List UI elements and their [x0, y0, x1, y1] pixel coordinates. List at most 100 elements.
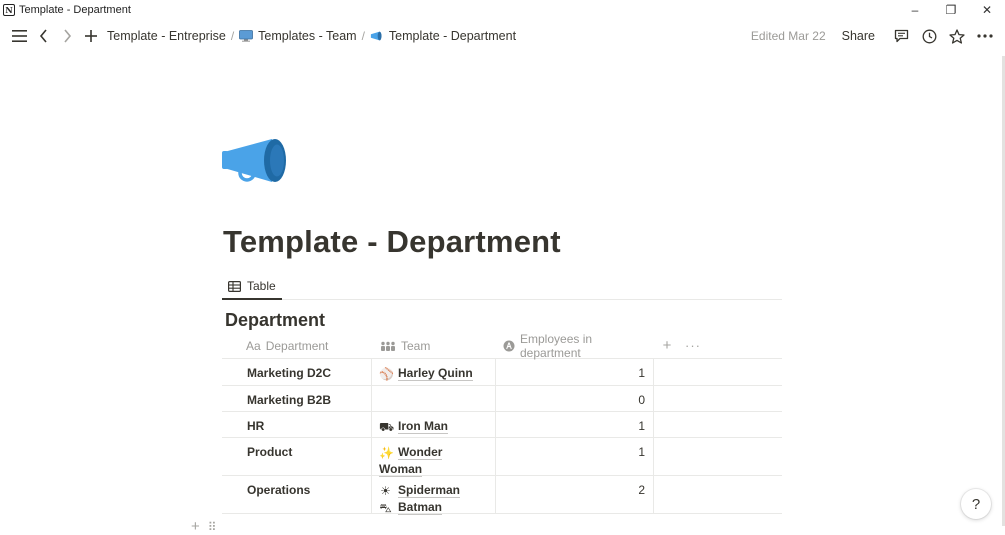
team-relation-item[interactable]: ☀ Spiderman: [379, 482, 488, 499]
column-header-department[interactable]: Aa Department: [222, 333, 372, 359]
monitor-icon: [239, 30, 254, 42]
empty-cell[interactable]: [654, 359, 782, 385]
database-table: Aa Department Team Employees in departme…: [222, 331, 782, 516]
notion-app-icon: N: [3, 4, 15, 16]
team-cell[interactable]: [372, 386, 496, 411]
breadcrumb-item-team[interactable]: Templates - Team: [236, 27, 359, 45]
team-cell[interactable]: ⚾ Harley Quinn: [372, 359, 496, 385]
title-property-icon: Aa: [246, 338, 261, 353]
sparkles-icon: ✨: [379, 446, 394, 460]
breadcrumb-label: Template - Department: [388, 29, 517, 43]
forward-button[interactable]: [56, 24, 78, 48]
updates-button[interactable]: [915, 24, 943, 48]
sidebar-toggle-button[interactable]: [8, 24, 30, 48]
car-icon: ⛍: [379, 501, 392, 515]
edited-timestamp: Edited Mar 22: [750, 29, 826, 43]
star-icon: [949, 28, 965, 44]
tab-table[interactable]: Table: [222, 274, 282, 300]
truck-icon: ⛟: [379, 420, 395, 434]
spider-icon: ☀: [380, 484, 391, 498]
breadcrumb-label: Template - Entreprise: [107, 29, 226, 43]
team-relation-item[interactable]: ⛟ Iron Man: [379, 418, 488, 435]
breadcrumb-item-department[interactable]: Template - Department: [367, 27, 519, 45]
ellipsis-icon: [977, 34, 993, 38]
table-row[interactable]: HR ⛟ Iron Man 1: [222, 412, 782, 438]
add-block-button[interactable]: +: [191, 518, 200, 535]
back-button[interactable]: [32, 24, 54, 48]
department-cell[interactable]: Marketing B2B: [222, 386, 372, 411]
column-label: Department: [265, 338, 329, 353]
page-title[interactable]: Template - Department: [223, 224, 561, 260]
window-controls: – ❐ ✕: [897, 0, 1005, 20]
window-title: Template - Department: [19, 4, 131, 16]
page-icon[interactable]: [222, 136, 290, 186]
breadcrumb: Template - Entreprise / Templates - Team…: [104, 27, 519, 45]
employees-cell: 1: [496, 412, 654, 437]
table-header: Aa Department Team Employees in departme…: [222, 331, 782, 360]
column-header-employees[interactable]: Employees in department: [496, 331, 654, 360]
table-row[interactable]: Marketing D2C ⚾ Harley Quinn 1: [222, 359, 782, 386]
department-cell[interactable]: Product: [222, 438, 372, 475]
window-titlebar: N Template - Department – ❐ ✕: [0, 0, 1005, 20]
column-options-button[interactable]: ···: [680, 333, 706, 359]
table-row[interactable]: Operations ☀ Spiderman ⛍ Batman 2: [222, 476, 782, 516]
team-cell[interactable]: ⛟ Iron Man: [372, 412, 496, 437]
column-label: Team: [401, 338, 431, 353]
employees-cell: 1: [496, 438, 654, 475]
table-icon: [228, 280, 241, 292]
megaphone-icon: [370, 31, 382, 41]
table-row[interactable]: Product ✨ Wonder Woman 1: [222, 438, 782, 477]
team-name: Iron Man: [398, 419, 448, 434]
empty-cell[interactable]: [654, 412, 782, 437]
database-title[interactable]: Department: [225, 310, 325, 331]
close-button[interactable]: ✕: [969, 0, 1005, 20]
team-name: Batman: [398, 500, 443, 515]
clock-icon: [922, 29, 936, 43]
column-header-team[interactable]: Team: [372, 333, 496, 359]
table-row[interactable]: Marketing B2B 0: [222, 386, 782, 412]
breadcrumb-separator: /: [361, 29, 365, 43]
minimize-button[interactable]: –: [897, 0, 933, 20]
employees-cell: 0: [496, 386, 654, 411]
team-cell[interactable]: ✨ Wonder Woman: [372, 438, 496, 477]
team-relation-item[interactable]: ✨ Wonder Woman: [379, 444, 488, 477]
empty-cell[interactable]: [654, 438, 782, 475]
team-name: Harley Quinn: [398, 366, 473, 381]
more-options-button[interactable]: [971, 24, 999, 48]
column-label: Employees in department: [520, 331, 593, 360]
favorite-button[interactable]: [943, 24, 971, 48]
plus-icon: [85, 30, 97, 42]
database-view-tabs: Table: [222, 274, 782, 300]
empty-cell[interactable]: [654, 476, 782, 513]
team-name: Spiderman: [398, 483, 461, 498]
team-relation-item[interactable]: ⚾ Harley Quinn: [379, 365, 488, 382]
restore-button[interactable]: ❐: [933, 0, 969, 20]
add-column-button[interactable]: +: [654, 333, 680, 359]
breadcrumb-label: Templates - Team: [258, 29, 357, 43]
department-cell[interactable]: HR: [222, 412, 372, 437]
people-icon: [380, 341, 396, 351]
comment-icon: [894, 29, 908, 43]
formula-icon: [503, 340, 515, 352]
megaphone-icon: [222, 139, 286, 182]
breadcrumb-item-entreprise[interactable]: Template - Entreprise: [104, 27, 229, 45]
empty-cell[interactable]: [654, 386, 782, 411]
chevron-left-icon: [39, 29, 47, 43]
new-page-button[interactable]: [80, 24, 102, 48]
employees-cell: 1: [496, 359, 654, 385]
block-controls: + ⠿: [191, 518, 217, 535]
drag-handle-icon[interactable]: ⠿: [208, 520, 217, 534]
hamburger-icon: [11, 30, 27, 42]
employees-cell: 2: [496, 476, 654, 513]
department-cell[interactable]: Marketing D2C: [222, 359, 372, 385]
help-button[interactable]: ?: [961, 489, 991, 519]
baseball-icon: ⚾: [379, 367, 394, 381]
department-cell[interactable]: Operations: [222, 476, 372, 513]
breadcrumb-separator: /: [230, 29, 235, 43]
share-button[interactable]: Share: [842, 29, 875, 43]
team-relation-item[interactable]: ⛍ Batman: [379, 499, 488, 516]
tab-label: Table: [247, 279, 276, 293]
team-cell[interactable]: ☀ Spiderman ⛍ Batman: [372, 476, 496, 516]
top-navbar: Template - Entreprise / Templates - Team…: [0, 22, 1005, 50]
comments-button[interactable]: [887, 24, 915, 48]
